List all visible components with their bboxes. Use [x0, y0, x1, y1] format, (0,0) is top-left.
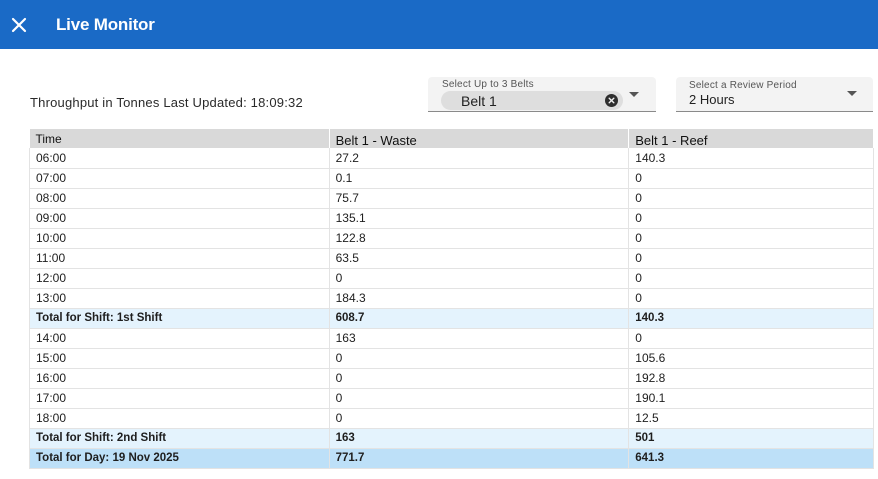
table-row: 17:00 0 190.1	[29, 388, 874, 409]
time-cell: 08:00	[29, 188, 330, 209]
belt-chip-label: Belt 1	[461, 92, 497, 109]
time-cell: Total for Day: 19 Nov 2025	[29, 448, 330, 469]
time-cell: Total for Shift: 2nd Shift	[29, 428, 330, 449]
waste-cell: 163	[329, 328, 630, 349]
shift-total-row: Total for Shift: 1st Shift 608.7 140.3	[29, 308, 874, 329]
chip-remove-button[interactable]	[605, 94, 618, 107]
reef-cell: 190.1	[628, 388, 874, 409]
waste-cell: 27.2	[329, 148, 630, 169]
review-period-label: Select a Review Period	[689, 80, 797, 91]
table-row: 11:00 63.5 0	[29, 248, 874, 269]
reef-cell: 0	[628, 208, 874, 229]
reef-cell: 140.3	[628, 148, 874, 169]
time-cell: 07:00	[29, 168, 330, 189]
arrow-drop-down-icon[interactable]	[847, 91, 857, 96]
waste-cell: 184.3	[329, 288, 630, 309]
waste-cell: 0	[329, 388, 630, 409]
column-header-time[interactable]: Time	[29, 129, 330, 148]
reef-cell: 12.5	[628, 408, 874, 429]
waste-cell: 63.5	[329, 248, 630, 269]
reef-cell: 0	[628, 328, 874, 349]
reef-cell: 0	[628, 248, 874, 269]
day-total-row: Total for Day: 19 Nov 2025 771.7 641.3	[29, 448, 874, 469]
waste-cell: 771.7	[329, 448, 630, 469]
reef-cell: 0	[628, 168, 874, 189]
table-row: 14:00 163 0	[29, 328, 874, 349]
shift-total-row: Total for Shift: 2nd Shift 163 501	[29, 428, 874, 449]
review-period-select[interactable]: Select a Review Period 2 Hours	[676, 77, 873, 112]
waste-cell: 0	[329, 268, 630, 289]
reef-cell: 0	[628, 188, 874, 209]
waste-cell: 163	[329, 428, 630, 449]
table-row: 09:00 135.1 0	[29, 208, 874, 229]
time-cell: 12:00	[29, 268, 330, 289]
time-cell: Total for Shift: 1st Shift	[29, 308, 330, 329]
app-bar: Live Monitor	[0, 0, 878, 49]
time-cell: 14:00	[29, 328, 330, 349]
app-title: Live Monitor	[56, 14, 155, 34]
reef-cell: 0	[628, 228, 874, 249]
arrow-drop-down-icon[interactable]	[629, 92, 639, 97]
time-cell: 10:00	[29, 228, 330, 249]
throughput-table: Time Belt 1 - Waste Belt 1 - Reef 06:00 2…	[29, 129, 874, 469]
table-row: 13:00 184.3 0	[29, 288, 874, 309]
column-header-reef[interactable]: Belt 1 - Reef	[628, 129, 874, 148]
table-row: 18:00 0 12.5	[29, 408, 874, 429]
close-icon	[11, 17, 27, 32]
waste-cell: 135.1	[329, 208, 630, 229]
reef-cell: 105.6	[628, 348, 874, 369]
table-row: 12:00 0 0	[29, 268, 874, 289]
reef-cell: 0	[628, 268, 874, 289]
close-button[interactable]	[0, 6, 38, 44]
table-row: 10:00 122.8 0	[29, 228, 874, 249]
review-period-value: 2 Hours	[689, 92, 735, 107]
last-updated-text: Throughput in Tonnes Last Updated: 18:09…	[30, 95, 303, 110]
time-cell: 15:00	[29, 348, 330, 369]
time-cell: 11:00	[29, 248, 330, 269]
time-cell: 06:00	[29, 148, 330, 169]
reef-cell: 192.8	[628, 368, 874, 389]
cancel-circle-icon	[608, 97, 615, 104]
table-header-row: Time Belt 1 - Waste Belt 1 - Reef	[29, 129, 874, 148]
waste-cell: 0.1	[329, 168, 630, 189]
waste-cell: 0	[329, 348, 630, 369]
waste-cell: 75.7	[329, 188, 630, 209]
reef-cell: 140.3	[628, 308, 874, 329]
time-cell: 17:00	[29, 388, 330, 409]
waste-cell: 122.8	[329, 228, 630, 249]
table-row: 07:00 0.1 0	[29, 168, 874, 189]
table-row: 15:00 0 105.6	[29, 348, 874, 369]
reef-cell: 641.3	[628, 448, 874, 469]
time-cell: 09:00	[29, 208, 330, 229]
table-body: 06:00 27.2 140.3 07:00 0.1 0 08:00 75.7 0 09:00 13…	[29, 148, 874, 469]
belt-chip: Belt 1	[441, 91, 623, 110]
belt-select-label: Select Up to 3 Belts	[442, 79, 534, 90]
reef-cell: 0	[628, 288, 874, 309]
table-row: 16:00 0 192.8	[29, 368, 874, 389]
waste-cell: 0	[329, 368, 630, 389]
waste-cell: 608.7	[329, 308, 630, 329]
column-header-waste[interactable]: Belt 1 - Waste	[329, 129, 630, 148]
table-row: 08:00 75.7 0	[29, 188, 874, 209]
table-row: 06:00 27.2 140.3	[29, 148, 874, 169]
time-cell: 18:00	[29, 408, 330, 429]
time-cell: 13:00	[29, 288, 330, 309]
waste-cell: 0	[329, 408, 630, 429]
belt-select[interactable]: Select Up to 3 Belts Belt 1	[428, 77, 656, 112]
reef-cell: 501	[628, 428, 874, 449]
time-cell: 16:00	[29, 368, 330, 389]
